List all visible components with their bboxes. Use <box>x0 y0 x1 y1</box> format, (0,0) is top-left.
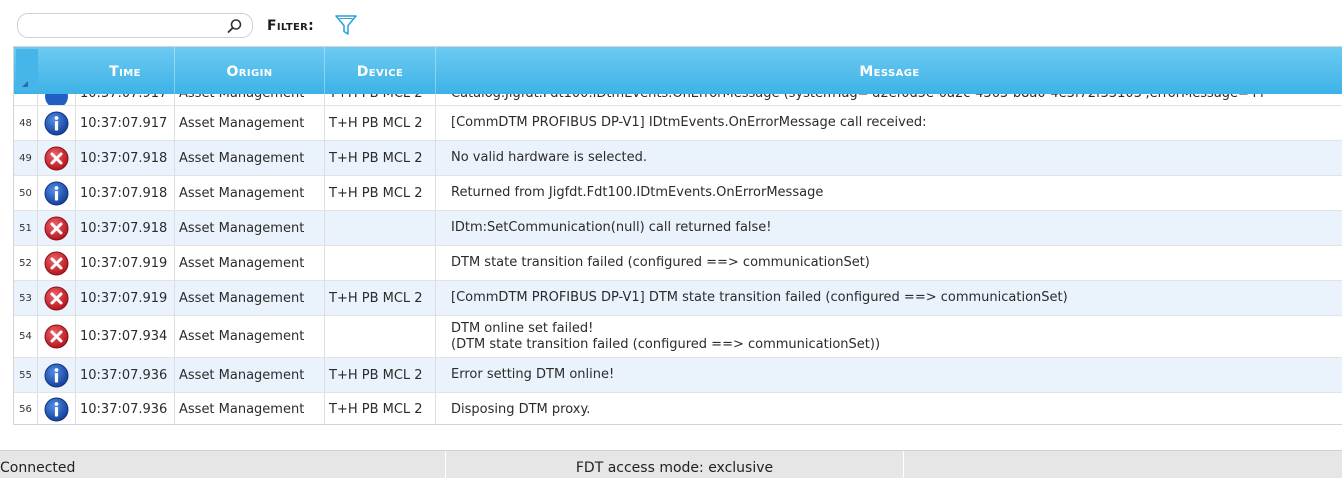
time-cell: 10:37:07.919 <box>76 246 175 280</box>
time-cell: 10:37:07.918 <box>76 141 175 175</box>
search-icon[interactable] <box>226 17 244 35</box>
column-header-origin[interactable]: Origin <box>175 47 325 94</box>
origin-cell: Asset Management <box>175 106 325 140</box>
row-number: 52 <box>14 246 38 280</box>
log-grid: 10:37:07.917 Asset Management T+H PB MCL… <box>13 46 1342 425</box>
device-cell: T+H PB MCL 2 <box>325 358 436 392</box>
table-row[interactable]: 52 10:37:07.919 Asset Management DTM state … <box>14 246 1342 281</box>
device-cell: T+H PB MCL 2 <box>325 281 436 315</box>
row-number: 53 <box>14 281 38 315</box>
row-number: 48 <box>14 106 38 140</box>
device-cell: T+H PB MCL 2 <box>325 393 436 424</box>
error-icon <box>44 251 69 276</box>
info-icon <box>44 397 69 422</box>
row-number: 56 <box>14 393 38 424</box>
row-type-cell <box>38 246 76 280</box>
origin-cell: Asset Management <box>175 141 325 175</box>
device-cell <box>325 316 436 357</box>
time-cell: 10:37:07.918 <box>76 176 175 210</box>
info-icon <box>44 111 69 136</box>
search-box[interactable] <box>17 13 253 38</box>
search-input[interactable] <box>26 16 230 37</box>
row-type-cell <box>38 358 76 392</box>
row-type-cell <box>38 176 76 210</box>
time-cell: 10:37:07.934 <box>76 316 175 357</box>
row-number: 55 <box>14 358 38 392</box>
row-number: 49 <box>14 141 38 175</box>
time-cell: 10:37:07.917 <box>76 106 175 140</box>
table-row[interactable]: 48 10:37:07.917 Asset Management T+H PB MCL… <box>14 106 1342 141</box>
device-cell <box>325 246 436 280</box>
time-cell: 10:37:07.918 <box>76 211 175 245</box>
table-row[interactable]: 51 10:37:07.918 Asset Management IDtm:SetCo… <box>14 211 1342 246</box>
grid-header: Time Origin Device Message <box>14 47 1342 94</box>
message-cell: Returned from Jigfdt.Fdt100.IDtmEvents.O… <box>451 185 824 200</box>
origin-cell: Asset Management <box>175 358 325 392</box>
device-cell: T+H PB MCL 2 <box>325 176 436 210</box>
select-all-corner[interactable] <box>16 49 38 91</box>
info-icon <box>44 181 69 206</box>
device-cell <box>325 211 436 245</box>
table-row[interactable]: 49 10:37:07.918 Asset Management T+H PB MCL… <box>14 141 1342 176</box>
message-cell: DTM online set failed! (DTM state transi… <box>451 320 881 352</box>
message-cell: [CommDTM PROFIBUS DP-V1] IDtmEvents.OnEr… <box>451 115 927 130</box>
time-cell: 10:37:07.919 <box>76 281 175 315</box>
row-type-cell <box>38 141 76 175</box>
row-type-cell <box>38 211 76 245</box>
message-cell: IDtm:SetCommunication(null) call returne… <box>451 220 772 235</box>
row-number: 51 <box>14 211 38 245</box>
origin-cell: Asset Management <box>175 176 325 210</box>
row-number: 50 <box>14 176 38 210</box>
access-mode-status: FDT access mode: exclusive <box>446 451 904 478</box>
column-header-device[interactable]: Device <box>325 47 436 94</box>
connection-status: Connected <box>0 451 446 478</box>
column-header-time[interactable]: Time <box>76 47 175 94</box>
origin-cell: Asset Management <box>175 393 325 424</box>
funnel-icon[interactable] <box>334 13 358 37</box>
row-number: 54 <box>14 316 38 357</box>
error-icon <box>44 216 69 241</box>
table-row[interactable]: 55 10:37:07.936 Asset Management T+H PB MCL… <box>14 358 1342 393</box>
table-row[interactable]: 53 10:37:07.919 Asset Management T+H PB MCL… <box>14 281 1342 316</box>
message-cell: Disposing DTM proxy. <box>451 401 591 417</box>
filter-label: Filter: <box>267 18 315 34</box>
time-cell: 10:37:07.936 <box>76 358 175 392</box>
status-bar: Connected FDT access mode: exclusive <box>0 450 1342 478</box>
device-cell: T+H PB MCL 2 <box>325 141 436 175</box>
origin-cell: Asset Management <box>175 246 325 280</box>
column-header-message[interactable]: Message <box>436 47 1342 94</box>
origin-cell: Asset Management <box>175 281 325 315</box>
error-icon <box>44 324 69 349</box>
status-panel-extra <box>904 451 1342 478</box>
toolbar: Filter: <box>0 0 1342 46</box>
row-type-cell <box>38 393 76 424</box>
table-row[interactable]: 54 10:37:07.934 Asset Management DTM online… <box>14 316 1342 358</box>
device-cell: T+H PB MCL 2 <box>325 106 436 140</box>
origin-cell: Asset Management <box>175 316 325 357</box>
message-cell: No valid hardware is selected. <box>451 150 647 165</box>
row-type-cell <box>38 106 76 140</box>
time-cell: 10:37:07.936 <box>76 393 175 424</box>
row-type-cell <box>38 316 76 357</box>
message-cell: DTM state transition failed (configured … <box>451 255 870 270</box>
message-cell: Error setting DTM online! <box>451 367 615 382</box>
row-type-cell <box>38 281 76 315</box>
info-icon <box>44 363 69 388</box>
table-row[interactable]: 50 10:37:07.918 Asset Management T+H PB MCL… <box>14 176 1342 211</box>
message-cell: [CommDTM PROFIBUS DP-V1] DTM state trans… <box>451 290 1068 305</box>
error-icon <box>44 286 69 311</box>
table-row[interactable]: 56 10:37:07.936 Asset Management T+H PB MCL… <box>14 393 1342 424</box>
error-icon <box>44 146 69 171</box>
origin-cell: Asset Management <box>175 211 325 245</box>
